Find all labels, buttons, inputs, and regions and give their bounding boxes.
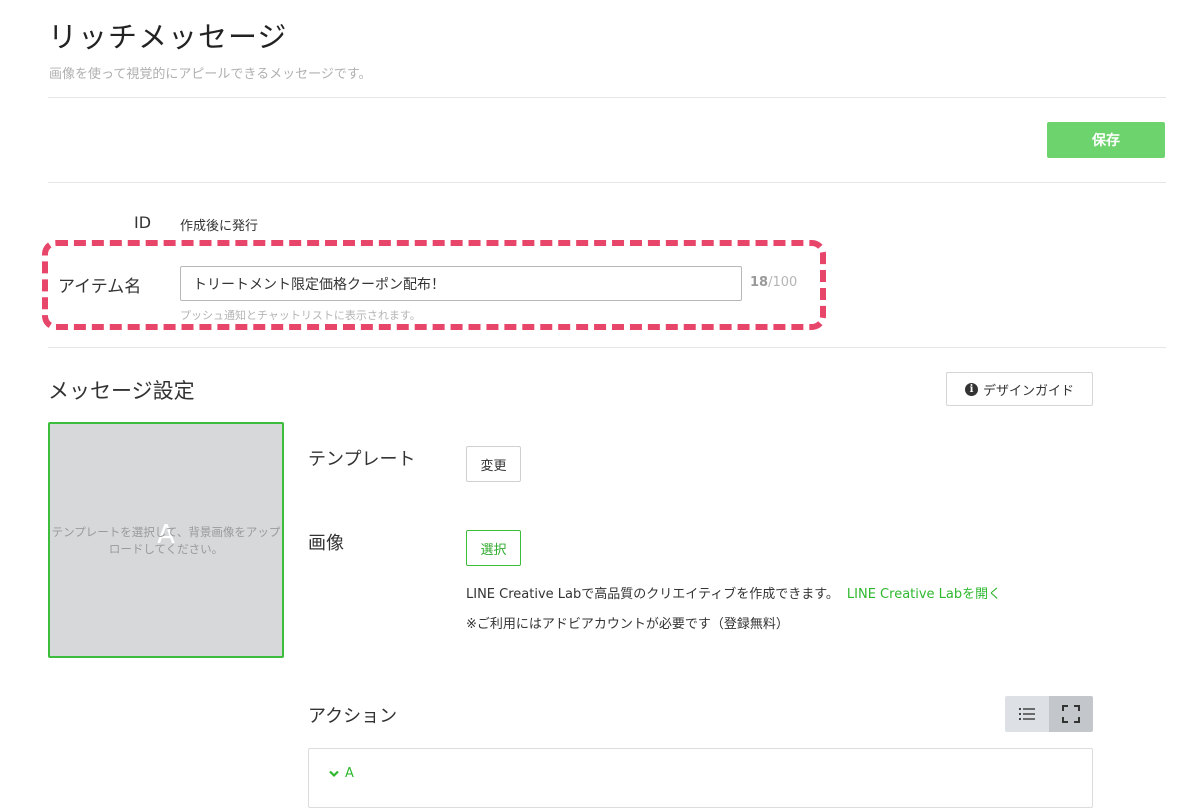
creative-lab-text: LINE Creative Labで高品質のクリエイティブを作成できます。: [466, 587, 839, 602]
fullscreen-view-button[interactable]: [1049, 696, 1093, 732]
item-name-value: トリートメント限定価格クーポン配布！: [193, 276, 445, 293]
item-name-input[interactable]: トリートメント限定価格クーポン配布！: [180, 266, 742, 301]
header-divider: [48, 97, 1166, 98]
adobe-account-note: ※ご利用にはアドビアカウントが必要です（登録無料）: [466, 617, 789, 632]
toolbar-divider: [48, 182, 1166, 183]
id-label: ID: [134, 213, 152, 232]
item-name-hint: プッシュ通知とチャットリストに表示されます。: [180, 309, 421, 322]
action-label: アクション: [308, 706, 398, 727]
preview-placeholder-text: テンプレートを選択して、背景画像をアップ ロードしてください。: [48, 524, 284, 558]
creative-lab-line: LINE Creative Labで高品質のクリエイティブを作成できます。 LIN…: [466, 583, 1001, 602]
item-name-label: アイテム名: [58, 277, 142, 297]
template-preview[interactable]: A テンプレートを選択して、背景画像をアップ ロードしてください。: [48, 422, 284, 658]
preview-text-line1: テンプレートを選択して、背景画像をアップ: [51, 525, 281, 539]
info-circle-icon: i: [964, 382, 978, 396]
design-guide-label: デザインガイド: [982, 383, 1074, 399]
action-item-a[interactable]: A: [329, 766, 354, 781]
page-subtitle: 画像を使って視覚的にアピールできるメッセージです。: [49, 67, 372, 82]
id-value: 作成後に発行: [180, 219, 259, 234]
template-change-button[interactable]: 変更: [466, 446, 521, 482]
char-counter-current: 18: [750, 275, 769, 290]
list-view-button[interactable]: [1005, 696, 1049, 732]
preview-text-line2: ロードしてください。: [108, 542, 224, 556]
page-title: リッチメッセージ: [48, 20, 288, 54]
char-counter: 18/100: [750, 275, 797, 290]
template-label: テンプレート: [308, 449, 416, 470]
list-icon: [1019, 708, 1035, 720]
creative-lab-link[interactable]: LINE Creative Labを開く: [847, 587, 1001, 602]
image-label: 画像: [308, 533, 344, 554]
fullscreen-icon: [1062, 705, 1080, 723]
design-guide-button[interactable]: i デザインガイド: [946, 372, 1093, 406]
view-toggle: [1005, 696, 1093, 732]
section-title: メッセージ設定: [48, 379, 195, 403]
image-select-button[interactable]: 選択: [466, 530, 521, 566]
form-divider: [48, 347, 1166, 348]
action-panel: A: [308, 748, 1093, 808]
chevron-down-icon: [329, 770, 339, 777]
action-item-label: A: [345, 766, 354, 781]
save-button[interactable]: 保存: [1047, 122, 1165, 158]
char-counter-max: /100: [768, 275, 798, 290]
